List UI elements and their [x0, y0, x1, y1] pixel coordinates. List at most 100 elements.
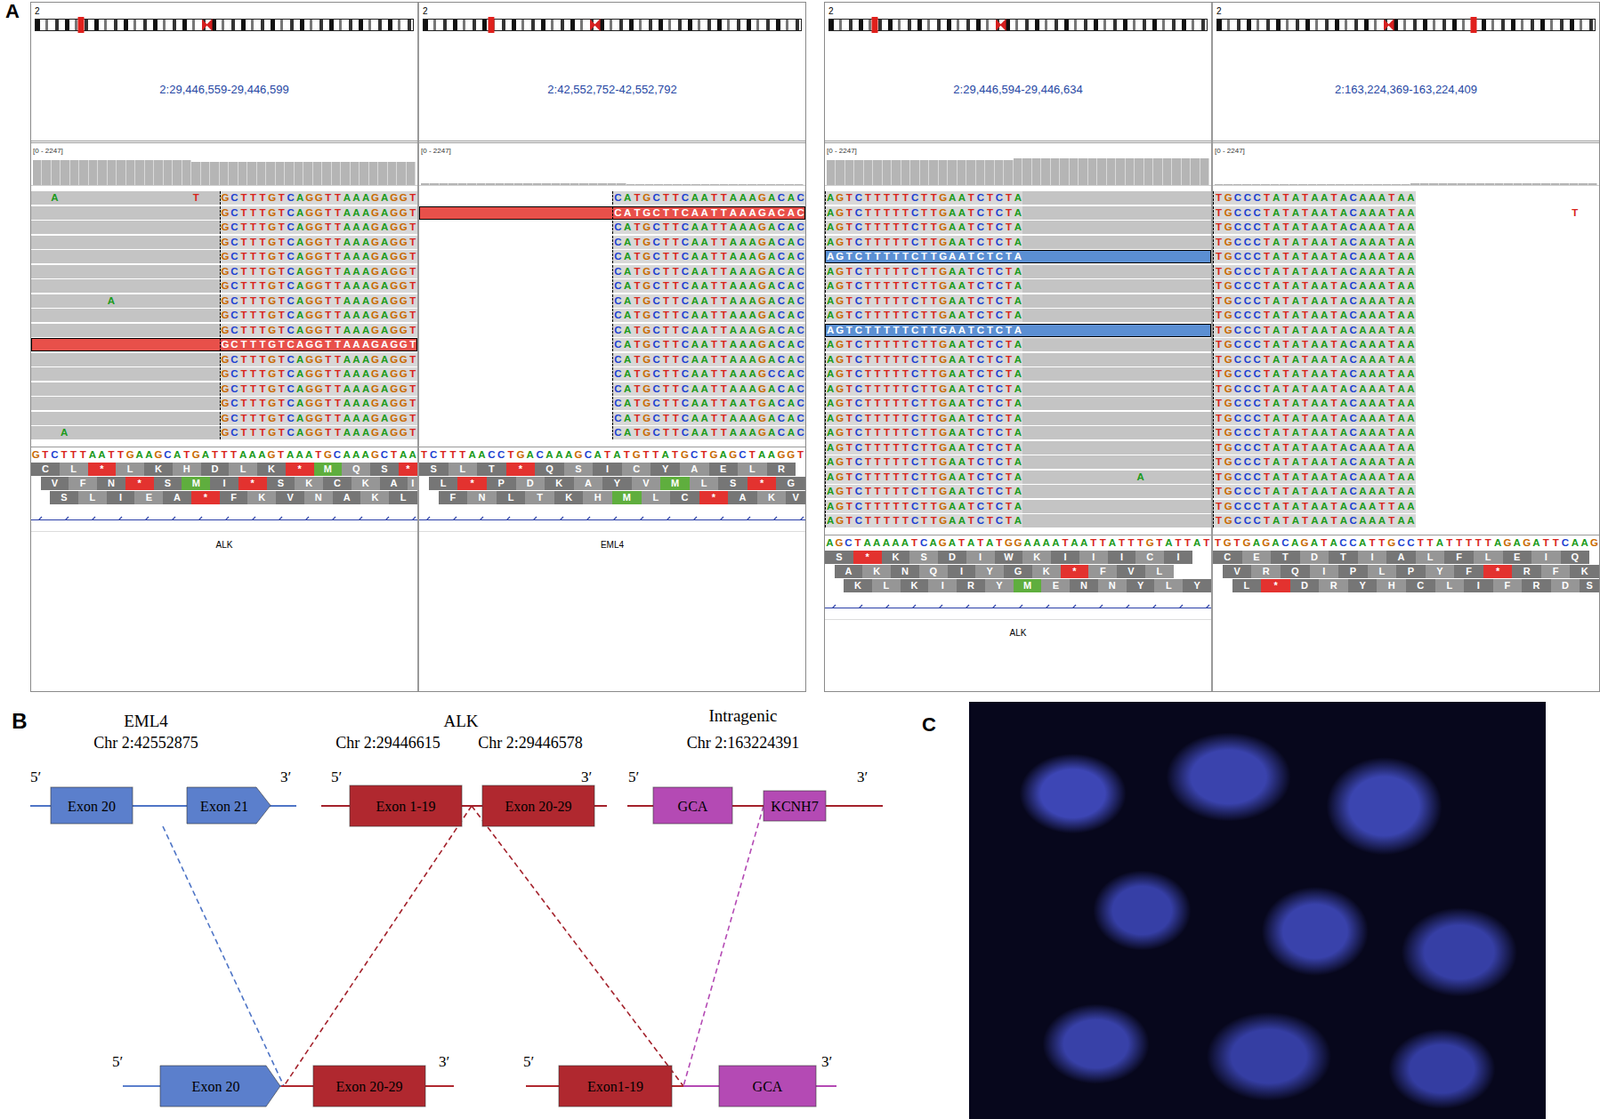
codon: S [824, 550, 854, 565]
base: T [258, 308, 268, 323]
base: A [689, 206, 700, 220]
coverage-bar [747, 184, 757, 186]
base: A [351, 338, 362, 352]
soft-clip-bases: TGCCCTATATAATACAAATAA [1212, 235, 1416, 250]
base: A [728, 308, 739, 323]
base: A [1309, 206, 1320, 220]
base: G [370, 235, 380, 250]
codon: K [1032, 565, 1061, 579]
base: A [1377, 294, 1388, 308]
coverage-bar [672, 184, 683, 186]
base: T [891, 279, 902, 293]
base: C [910, 426, 921, 440]
base: A [1013, 426, 1024, 440]
coverage-bar [541, 183, 552, 186]
base: G [388, 191, 399, 205]
coverage-bar [1078, 158, 1089, 186]
aligned-segment [31, 294, 220, 308]
base: A [622, 235, 633, 250]
base: T [276, 265, 287, 279]
coverage-bar [1551, 183, 1561, 186]
base: G [641, 323, 652, 338]
base: C [1252, 235, 1262, 250]
base: T [966, 441, 977, 455]
base: T [891, 353, 902, 367]
reference-base: A [1041, 536, 1051, 550]
coverage-bar [191, 161, 201, 186]
base: T [844, 426, 855, 440]
reference-base: G [323, 448, 333, 462]
reference-base: T [115, 448, 126, 462]
base: A [379, 353, 390, 367]
reference-base: C [737, 448, 748, 462]
base: G [370, 367, 380, 381]
base: C [994, 412, 1005, 426]
translation-frame: SLIEA*FKVNAKL [31, 491, 418, 505]
base: A [1338, 279, 1349, 293]
base: C [651, 265, 662, 279]
base: A [1290, 220, 1301, 235]
reference-base: A [172, 448, 183, 462]
soft-clip-bases: AGTCTTTTTCTTGAATCTCTA [824, 514, 1023, 528]
reference-base: T [419, 448, 429, 462]
coverage-bar [1569, 183, 1579, 186]
base: A [361, 279, 372, 293]
base: A [622, 294, 633, 308]
reference-base: T [1173, 536, 1184, 550]
base: T [881, 412, 892, 426]
base: T [985, 412, 995, 426]
soft-clip-bases: GCTTTGTCAGGTTAAAGAGGT [219, 323, 418, 338]
base: T [872, 514, 883, 528]
base: A [342, 412, 353, 426]
reference-base: T [68, 448, 79, 462]
base: T [966, 396, 977, 411]
base: T [1281, 250, 1292, 264]
coverage-bar [284, 161, 295, 186]
base: T [900, 500, 911, 514]
base: T [900, 279, 911, 293]
coverage-bar [1298, 184, 1309, 186]
codon: T [476, 462, 507, 477]
base: G [388, 323, 399, 338]
base: T [747, 396, 758, 411]
reference-base: T [1088, 536, 1099, 550]
base: T [872, 470, 883, 485]
base: A [1271, 235, 1282, 250]
base: G [305, 265, 316, 279]
base: C [776, 294, 787, 308]
base: T [872, 294, 883, 308]
base: C [795, 265, 806, 279]
base: G [757, 382, 768, 396]
base: G [757, 353, 768, 367]
base: C [651, 396, 662, 411]
base: C [776, 265, 787, 279]
base: C [229, 308, 240, 323]
base: T [709, 412, 720, 426]
soft-clip-bases: AGTCTTTTTCTTGAATCTCTA [824, 500, 1023, 514]
base: T [332, 426, 343, 440]
coverage-bar [1391, 184, 1401, 186]
base: T [323, 279, 334, 293]
base: G [641, 279, 652, 293]
base: C [854, 367, 865, 381]
base: T [670, 323, 681, 338]
base: T [872, 455, 883, 469]
read-row: AGTCTTTTTCTTGAATCTCTA [824, 367, 1212, 381]
base: G [220, 426, 231, 440]
base: A [351, 396, 362, 411]
reference-base: T [1126, 536, 1137, 550]
base: C [285, 250, 296, 264]
base: T [1003, 484, 1014, 499]
base: A [379, 191, 390, 205]
soft-clip-bases: CATGCTTCAATTAAAGACAC [612, 412, 806, 426]
aligned-segment [1022, 396, 1212, 411]
base: A [737, 294, 748, 308]
base: T [872, 279, 883, 293]
aligned-segment [1022, 382, 1212, 396]
base: T [872, 441, 883, 455]
base: C [795, 220, 806, 235]
base: C [854, 308, 865, 323]
codon: A [834, 565, 864, 579]
base: T [323, 308, 334, 323]
base: T [709, 396, 720, 411]
